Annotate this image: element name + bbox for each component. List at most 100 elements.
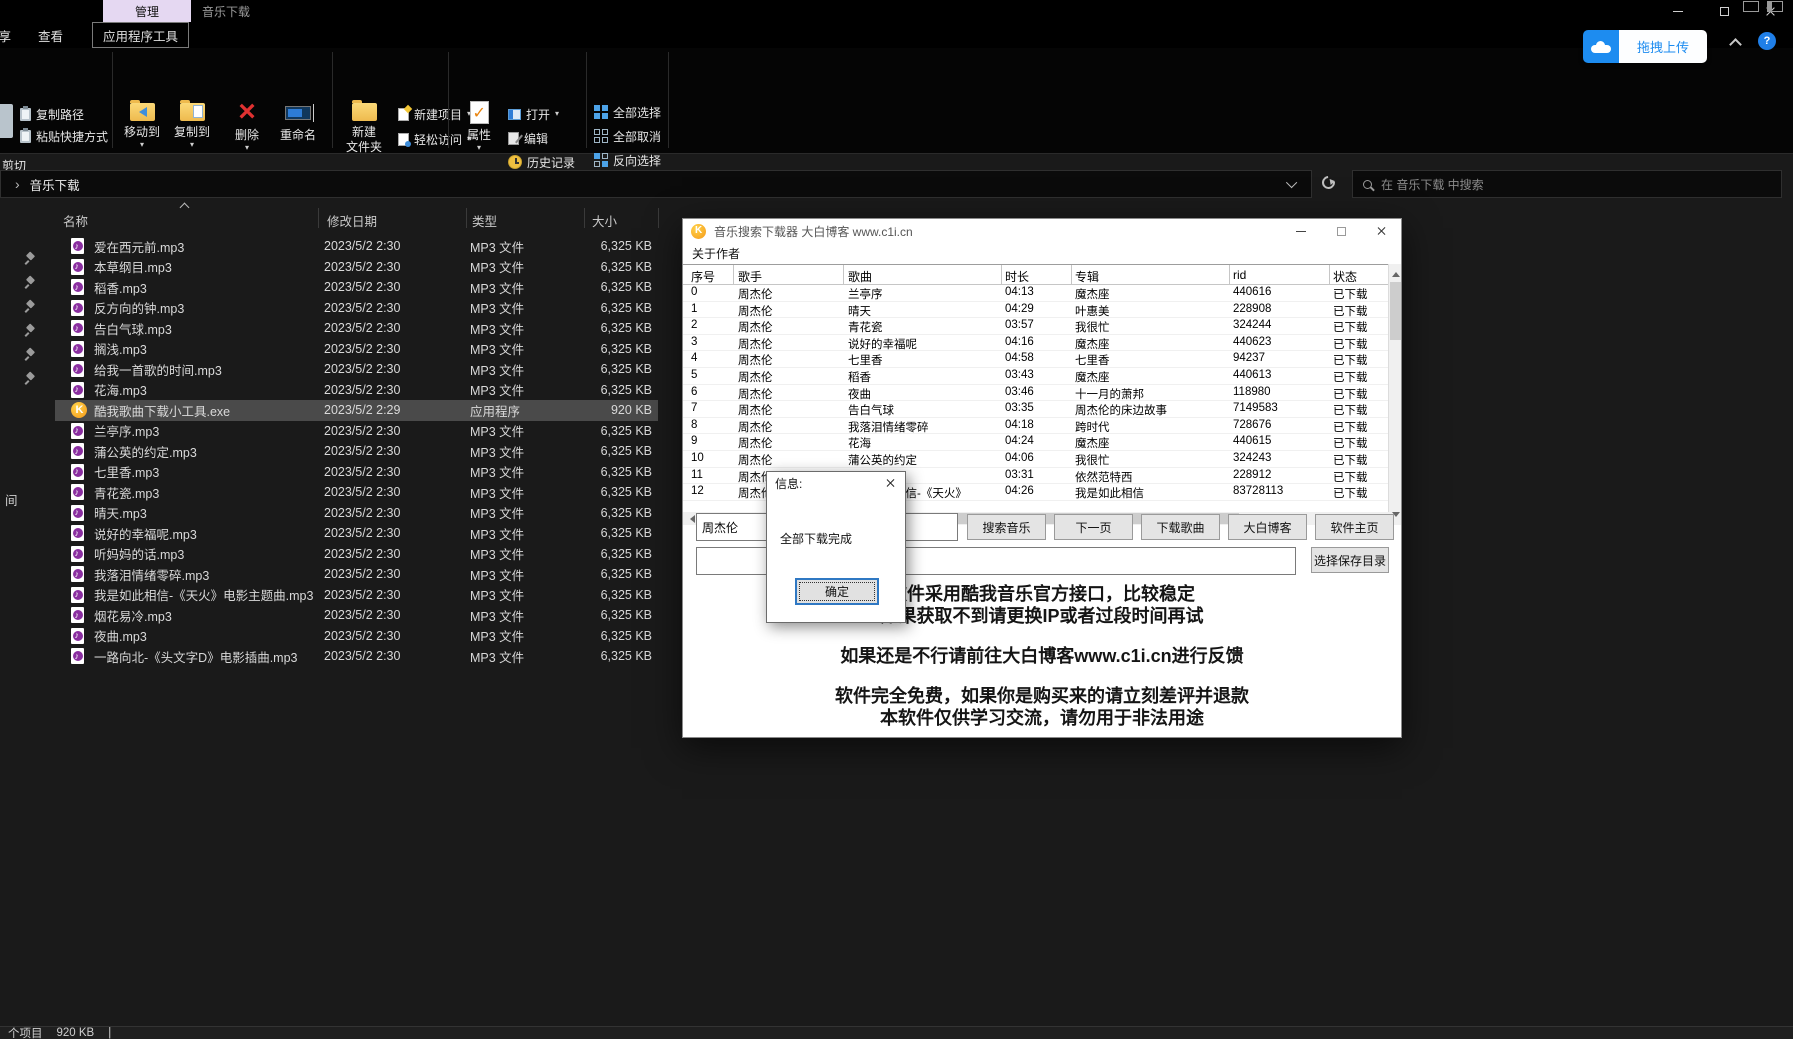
refresh-icon[interactable] (1319, 173, 1337, 191)
pin-icon[interactable] (24, 276, 38, 290)
minimize-button[interactable] (1655, 0, 1701, 22)
col-song[interactable]: 歌曲 (848, 268, 872, 285)
file-row[interactable]: 七里香.mp3 2023/5/2 2:30 MP3 文件 6,325 KB (55, 462, 658, 483)
search-music-button[interactable]: 搜索音乐 (967, 514, 1046, 540)
properties-button[interactable]: 属性▾ (458, 101, 500, 151)
downloader-titlebar[interactable]: 音乐搜索下载器 大白博客 www.c1i.cn (683, 219, 1401, 243)
dialog-close-button[interactable] (875, 472, 905, 494)
file-row[interactable]: 告白气球.mp3 2023/5/2 2:30 MP3 文件 6,325 KB (55, 318, 658, 339)
help-button[interactable]: ? (1758, 32, 1776, 50)
address-bar[interactable]: › 音乐下载 (0, 170, 1312, 198)
downloader-close-button[interactable] (1361, 219, 1401, 243)
items-count-label: 个项目 (8, 1025, 43, 1039)
column-header-size[interactable]: 大小 (592, 211, 617, 230)
col-status[interactable]: 状态 (1333, 268, 1357, 285)
thumbnails-view-icon[interactable] (1767, 1, 1783, 12)
file-row[interactable]: 我是如此相信-《天火》电影主题曲.mp3 2023/5/2 2:30 MP3 文… (55, 585, 658, 606)
rename-button[interactable]: 重命名 (272, 100, 324, 143)
col-duration[interactable]: 时长 (1005, 268, 1029, 285)
breadcrumb[interactable]: 音乐下载 (30, 175, 80, 194)
details-view-icon[interactable] (1743, 1, 1759, 12)
file-date: 2023/5/2 2:30 (324, 547, 400, 561)
select-all-button[interactable]: 全部选择 (594, 103, 661, 121)
song-row[interactable]: 5 周杰伦 稻香 03:43 魔杰座 440613 已下载 (683, 368, 1389, 385)
file-row[interactable]: 我落泪情绪零碎.mp3 2023/5/2 2:30 MP3 文件 6,325 K… (55, 564, 658, 585)
file-row[interactable]: 烟花易冷.mp3 2023/5/2 2:30 MP3 文件 6,325 KB (55, 605, 658, 626)
file-row[interactable]: 爱在西元前.mp3 2023/5/2 2:30 MP3 文件 6,325 KB (55, 236, 658, 257)
choose-save-dir-button[interactable]: 选择保存目录 (1311, 547, 1389, 573)
file-row[interactable]: 蒲公英的约定.mp3 2023/5/2 2:30 MP3 文件 6,325 KB (55, 441, 658, 462)
column-header-type[interactable]: 类型 (472, 211, 497, 230)
column-header-name[interactable]: 名称 (63, 211, 88, 230)
scroll-left-icon[interactable] (686, 515, 695, 523)
paste-icon[interactable] (0, 104, 13, 138)
move-to-button[interactable]: 移动到▾ (118, 103, 166, 148)
file-size: 6,325 KB (535, 649, 652, 663)
song-row[interactable]: 6 周杰伦 夜曲 03:46 十一月的萧邦 118980 已下载 (683, 385, 1389, 402)
song-row[interactable]: 4 周杰伦 七里香 04:58 七里香 94237 已下载 (683, 351, 1389, 368)
pin-icon[interactable] (24, 348, 38, 362)
file-row[interactable]: 搁浅.mp3 2023/5/2 2:30 MP3 文件 6,325 KB (55, 339, 658, 360)
tab-view[interactable]: 查看 (38, 22, 63, 48)
file-row[interactable]: 反方向的钟.mp3 2023/5/2 2:30 MP3 文件 6,325 KB (55, 298, 658, 319)
history-button[interactable]: 历史记录 (508, 153, 575, 171)
song-row[interactable]: 9 周杰伦 花海 04:24 魔杰座 440615 已下载 (683, 434, 1389, 451)
col-rid[interactable]: rid (1233, 268, 1246, 282)
col-album[interactable]: 专辑 (1075, 268, 1099, 285)
file-row[interactable]: 听妈妈的话.mp3 2023/5/2 2:30 MP3 文件 6,325 KB (55, 544, 658, 565)
vertical-scrollbar[interactable] (1388, 264, 1401, 525)
edit-button[interactable]: 编辑 (508, 129, 548, 147)
new-folder-button[interactable]: 新建 文件夹 (338, 103, 390, 155)
song-row[interactable]: 0 周杰伦 兰亭序 04:13 魔杰座 440616 已下载 (683, 285, 1389, 302)
maximize-button[interactable] (1701, 0, 1747, 22)
menu-about-author[interactable]: 关于作者 (692, 245, 740, 262)
delete-button[interactable]: × 删除▾ (226, 100, 268, 151)
file-row[interactable]: 青花瓷.mp3 2023/5/2 2:30 MP3 文件 6,325 KB (55, 482, 658, 503)
song-row[interactable]: 7 周杰伦 告白气球 03:35 周杰伦的床边故事 7149583 已下载 (683, 401, 1389, 418)
file-row[interactable]: 兰亭序.mp3 2023/5/2 2:30 MP3 文件 6,325 KB (55, 421, 658, 442)
pin-icon[interactable] (24, 300, 38, 314)
file-icon (71, 587, 84, 603)
file-row[interactable]: 一路向北-《头文字D》电影插曲.mp3 2023/5/2 2:30 MP3 文件… (55, 646, 658, 667)
open-button[interactable]: 打开▾ (508, 105, 559, 123)
tab-application-tools[interactable]: 应用程序工具 (92, 22, 189, 48)
song-row[interactable]: 2 周杰伦 青花瓷 03:57 我很忙 324244 已下载 (683, 318, 1389, 335)
address-dropdown-icon[interactable] (1286, 177, 1297, 188)
file-row[interactable]: 稻香.mp3 2023/5/2 2:30 MP3 文件 6,325 KB (55, 277, 658, 298)
file-row[interactable]: 夜曲.mp3 2023/5/2 2:30 MP3 文件 6,325 KB (55, 626, 658, 647)
download-songs-button[interactable]: 下载歌曲 (1141, 514, 1220, 540)
col-seq[interactable]: 序号 (691, 268, 715, 285)
file-row[interactable]: 花海.mp3 2023/5/2 2:30 MP3 文件 6,325 KB (55, 380, 658, 401)
vertical-scroll-thumb[interactable] (1390, 282, 1401, 340)
search-box[interactable]: 在 音乐下载 中搜索 (1352, 170, 1782, 198)
copy-path-button[interactable]: 复制路径 (20, 105, 84, 123)
pin-icon[interactable] (24, 324, 38, 338)
software-home-button[interactable]: 软件主页 (1315, 514, 1394, 540)
pin-icon[interactable] (24, 252, 38, 266)
downloader-maximize-button[interactable] (1321, 219, 1361, 243)
file-row[interactable]: 晴天.mp3 2023/5/2 2:30 MP3 文件 6,325 KB (55, 503, 658, 524)
pin-icon[interactable] (24, 372, 38, 386)
select-none-button[interactable]: 全部取消 (594, 127, 661, 145)
song-row[interactable]: 3 周杰伦 说好的幸福呢 04:16 魔杰座 440623 已下载 (683, 335, 1389, 352)
dialog-ok-button[interactable]: 确定 (795, 578, 879, 605)
file-row[interactable]: 给我一首歌的时间.mp3 2023/5/2 2:30 MP3 文件 6,325 … (55, 359, 658, 380)
titlebar-tab-manage[interactable]: 管理 (103, 0, 191, 22)
scroll-up-icon[interactable] (1392, 268, 1400, 277)
song-row[interactable]: 1 周杰伦 晴天 04:29 叶惠美 228908 已下载 (683, 302, 1389, 319)
next-page-button[interactable]: 下一页 (1054, 514, 1133, 540)
drag-upload-button[interactable]: 拖拽上传 (1583, 30, 1707, 63)
invert-selection-button[interactable]: 反向选择 (594, 151, 661, 169)
file-row[interactable]: 酷我歌曲下载小工具.exe 2023/5/2 2:29 应用程序 920 KB (55, 400, 658, 421)
file-row[interactable]: 本草纲目.mp3 2023/5/2 2:30 MP3 文件 6,325 KB (55, 257, 658, 278)
downloader-minimize-button[interactable] (1281, 219, 1321, 243)
song-row[interactable]: 8 周杰伦 我落泪情绪零碎 04:18 跨时代 728676 已下载 (683, 418, 1389, 435)
paste-shortcut-button[interactable]: 粘贴快捷方式 (20, 127, 108, 145)
col-artist[interactable]: 歌手 (738, 268, 762, 285)
column-header-date[interactable]: 修改日期 (327, 211, 377, 230)
tab-share[interactable]: 共享 (0, 22, 11, 48)
file-row[interactable]: 说好的幸福呢.mp3 2023/5/2 2:30 MP3 文件 6,325 KB (55, 523, 658, 544)
dabai-blog-button[interactable]: 大白博客 (1228, 514, 1307, 540)
song-row[interactable]: 10 周杰伦 蒲公英的约定 04:06 我很忙 324243 已下载 (683, 451, 1389, 468)
copy-to-button[interactable]: 复制到▾ (168, 103, 216, 148)
